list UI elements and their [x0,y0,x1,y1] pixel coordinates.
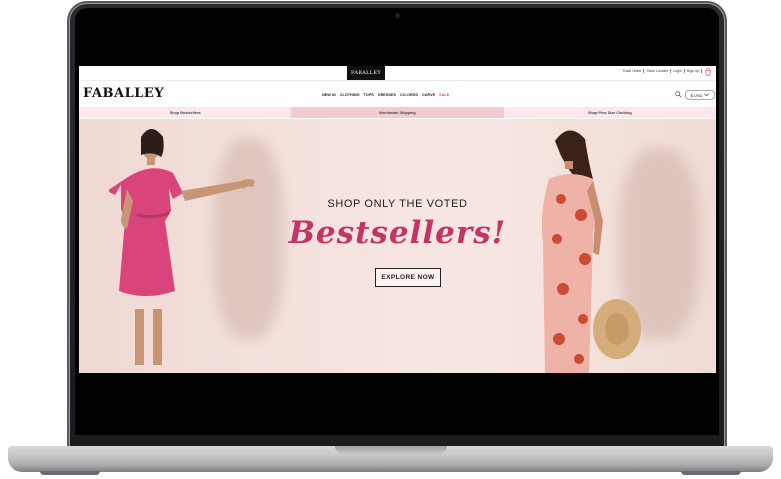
nav-tops[interactable]: TOPS [364,93,374,97]
brand-logo[interactable]: FABALLEY [83,86,164,101]
nav-clothing[interactable]: CLOTHING [340,93,360,97]
explore-now-button[interactable]: EXPLORE NOW [375,268,441,287]
nav-dresses[interactable]: DRESSES [378,93,396,97]
currency-select[interactable]: $ USD [685,90,715,100]
currency-value: $ USD [690,92,703,98]
laptop-foot-left [40,471,100,475]
hero-banner[interactable]: SHOP ONLY THE VOTED Bestsellers! EXPLORE… [79,119,716,373]
camera-icon [395,13,400,18]
signup-link[interactable]: Sign up [685,69,702,73]
laptop-foot-right [681,471,741,475]
utility-links: Track Order Store Locator Login Sign up [620,69,702,73]
promo-shop-bestsellers[interactable]: Shop Bestsellers [79,107,292,118]
main-header: FABALLEY NEW IN CLOTHING TOPS DRESSES CO… [79,80,716,107]
logo-tab[interactable]: FABALLEY [347,66,385,80]
nav-co-ords[interactable]: CO-ORDS [400,93,418,97]
hero-title: Bestsellers! [288,215,507,251]
utility-bar: FABALLEY Track Order Store Locator Login… [79,66,716,80]
track-order-link[interactable]: Track Order [620,69,645,73]
nav-sale[interactable]: SALE [439,93,449,97]
search-icon[interactable] [675,91,682,98]
browser-screen: FABALLEY Track Order Store Locator Login… [79,66,716,373]
chevron-down-icon [704,93,710,97]
nav-curve[interactable]: CURVE [422,93,435,97]
laptop-groove [335,446,447,454]
promo-strip: Shop Bestsellers Worldwide Shipping Shop… [79,107,716,118]
hero-eyebrow: SHOP ONLY THE VOTED [327,198,468,210]
promo-plus-size[interactable]: Shop Plus Size Clothing [503,107,716,118]
store-locator-link[interactable]: Store Locator [644,69,671,73]
cart-icon[interactable] [704,68,712,76]
login-link[interactable]: Login [671,69,685,73]
promo-worldwide-shipping[interactable]: Worldwide Shipping [291,107,504,118]
main-nav: NEW IN CLOTHING TOPS DRESSES CO-ORDS CUR… [322,93,449,97]
nav-new-in[interactable]: NEW IN [322,93,336,97]
